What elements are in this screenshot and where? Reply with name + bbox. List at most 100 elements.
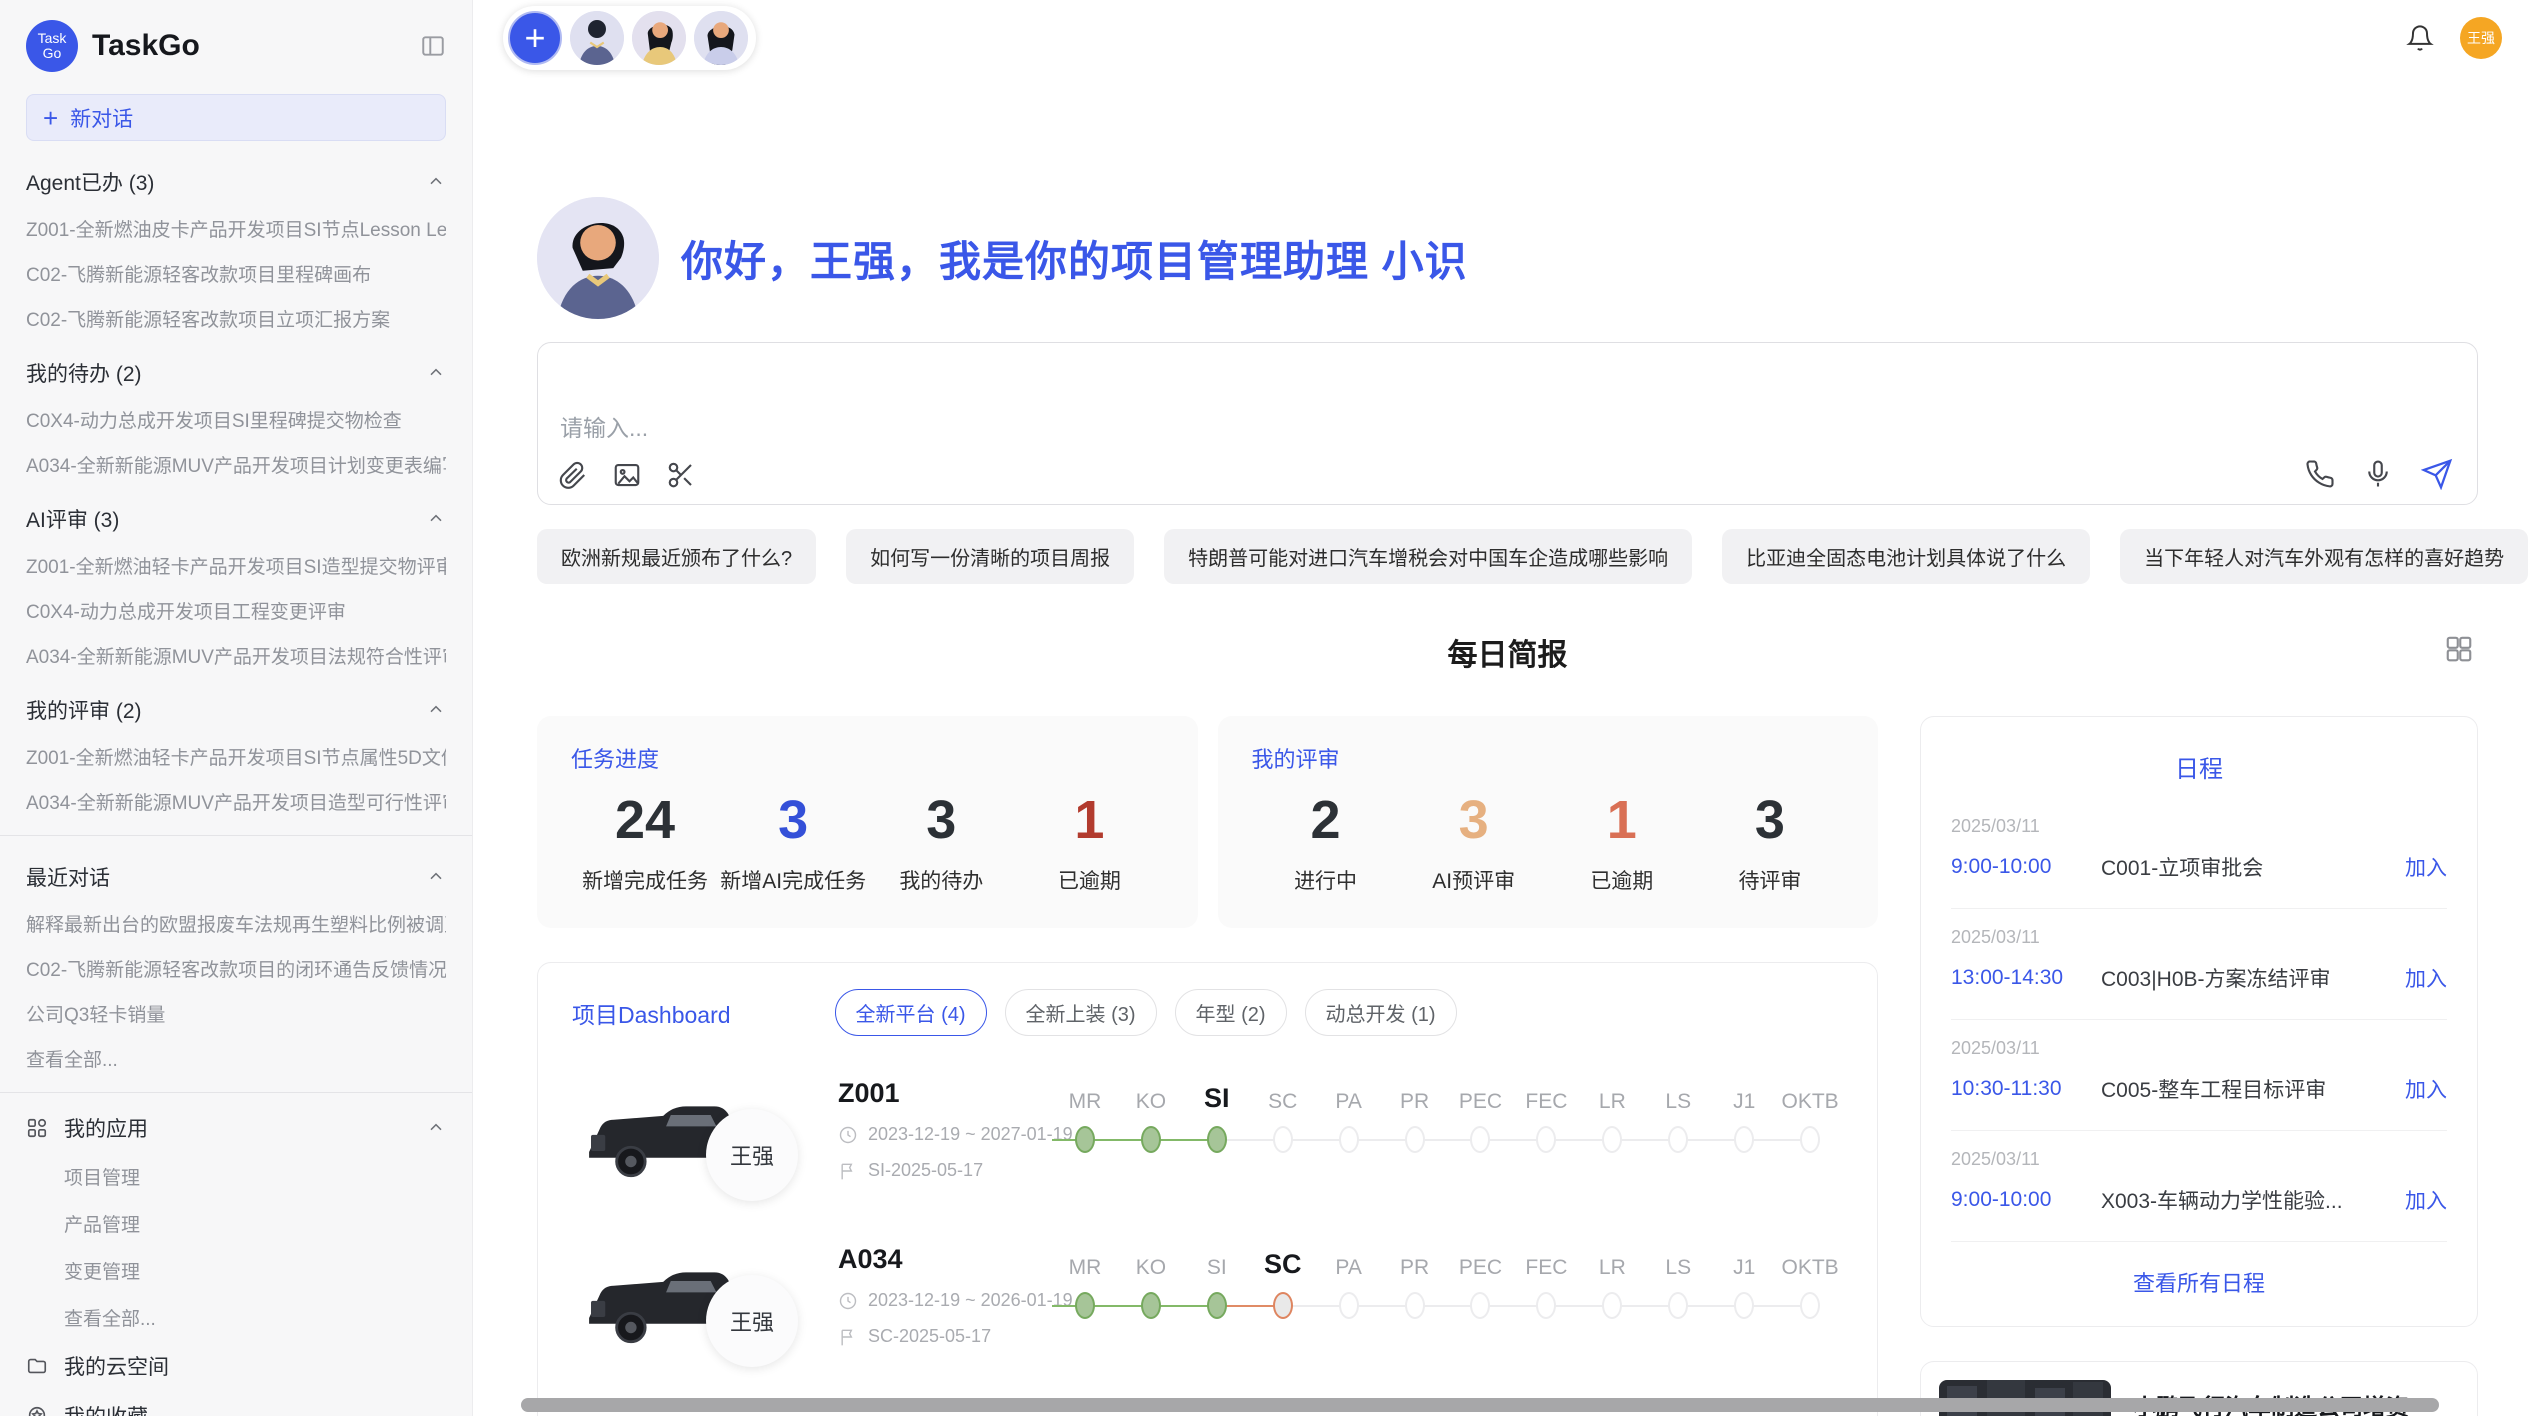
list-item[interactable]: A034-全新新能源MUV产品开发项目法规符合性评审	[26, 642, 446, 669]
section-agent-done[interactable]: Agent已办 (3)	[26, 167, 446, 197]
section-ai-review[interactable]: AI评审 (3)	[26, 504, 446, 534]
sidebar-item-my-apps[interactable]: 我的应用	[26, 1113, 446, 1143]
section-title: 我的评审 (2)	[26, 695, 142, 725]
schedule-item[interactable]: 2025/03/11 13:00-14:30 C003|H0B-方案冻结评审 加…	[1951, 909, 2447, 1020]
stat-my-todo[interactable]: 3 我的待办	[867, 784, 1015, 895]
project-row-z001[interactable]: 王强 Z001 2023-12-19 ~ 2027-01-19 SI-2025-…	[572, 1076, 1843, 1202]
chat-composer[interactable]: 请输入...	[537, 342, 2478, 505]
list-item[interactable]: C02-飞腾新能源轻客改款项目的闭环通告反馈情况	[26, 955, 446, 982]
send-icon[interactable]	[2421, 458, 2453, 490]
stat-label: 进行中	[1252, 865, 1400, 895]
schedule-date: 2025/03/11	[1951, 1038, 2447, 1059]
join-link[interactable]: 加入	[2405, 1074, 2447, 1104]
list-item[interactable]: Z001-全新燃油轻卡产品开发项目SI造型提交物评审	[26, 552, 446, 579]
stat-new-ai-done[interactable]: 3 新增AI完成任务	[719, 784, 867, 895]
section-my-review[interactable]: 我的评审 (2)	[26, 695, 446, 725]
schedule-item[interactable]: 2025/03/11 9:00-10:00 C001-立项审批会 加入	[1951, 798, 2447, 909]
join-link[interactable]: 加入	[2405, 963, 2447, 993]
project-dates: 2023-12-19 ~ 2026-01-19	[868, 1290, 1073, 1311]
chevron-up-icon[interactable]	[426, 1118, 446, 1138]
list-item[interactable]: A034-全新新能源MUV产品开发项目造型可行性评审	[26, 788, 446, 815]
list-item[interactable]: 公司Q3轻卡销量	[26, 1000, 446, 1027]
list-item[interactable]: C02-飞腾新能源轻客改款项目立项汇报方案	[26, 305, 446, 332]
suggestion-chip[interactable]: 当下年轻人对汽车外观有怎样的喜好趋势	[2120, 529, 2528, 584]
milestone-j1: J1	[1711, 1244, 1777, 1320]
join-link[interactable]: 加入	[2405, 852, 2447, 882]
schedule-item[interactable]: 2025/03/11 9:00-10:00 X003-车辆动力学性能验... 加…	[1951, 1131, 2447, 1242]
favorites-label: 我的收藏	[64, 1401, 148, 1416]
suggestion-chip[interactable]: 欧洲新规最近颁布了什么?	[537, 529, 816, 584]
chevron-up-icon[interactable]	[426, 509, 446, 529]
suggestion-chip[interactable]: 特朗普可能对进口汽车增税会对中国车企造成哪些影响	[1164, 529, 1692, 584]
milestone-fec: FEC	[1513, 1078, 1579, 1154]
greeting-title: 你好，王强，我是你的项目管理助理 小识	[681, 228, 1468, 289]
section-my-todo[interactable]: 我的待办 (2)	[26, 358, 446, 388]
suggestion-chip[interactable]: 比亚迪全固态电池计划具体说了什么	[1722, 529, 2090, 584]
tab-new-body[interactable]: 全新上装 (3)	[1005, 989, 1157, 1036]
join-link[interactable]: 加入	[2405, 1185, 2447, 1215]
view-all-schedule-link[interactable]: 查看所有日程	[1951, 1242, 2447, 1316]
tab-powertrain[interactable]: 动总开发 (1)	[1305, 989, 1457, 1036]
phone-call-icon[interactable]	[2305, 459, 2335, 489]
sidebar-item-cloud-space[interactable]: 我的云空间	[26, 1351, 446, 1381]
stat-value: 1	[1015, 784, 1163, 857]
stat-pending-review[interactable]: 3 待评审	[1696, 784, 1844, 895]
stat-new-done[interactable]: 24 新增完成任务	[571, 784, 719, 895]
sidebar-item-product-mgmt[interactable]: 产品管理	[64, 1210, 446, 1237]
milestone-pec: PEC	[1448, 1078, 1514, 1154]
stat-in-progress[interactable]: 2 进行中	[1252, 784, 1400, 895]
section-title: AI评审 (3)	[26, 504, 119, 534]
sidebar-collapse-icon[interactable]	[420, 33, 446, 59]
stat-overdue[interactable]: 1 已逾期	[1015, 784, 1163, 895]
layout-grid-icon[interactable]	[2444, 634, 2474, 664]
view-all-chats[interactable]: 查看全部...	[26, 1045, 446, 1072]
stat-ai-prereview[interactable]: 3 AI预评审	[1400, 784, 1548, 895]
notification-bell-icon[interactable]	[2406, 24, 2434, 52]
sidebar-item-change-mgmt[interactable]: 变更管理	[64, 1257, 446, 1284]
milestone-lr: LR	[1579, 1078, 1645, 1154]
milestone-rail: MR KO SI SC PA PR PEC FEC LR LS J1 OKTB	[1052, 1076, 1843, 1154]
sidebar-item-project-mgmt[interactable]: 项目管理	[64, 1163, 446, 1190]
list-item[interactable]: C02-飞腾新能源轻客改款项目里程碑画布	[26, 260, 446, 287]
scissors-icon[interactable]	[666, 460, 696, 490]
chat-input-placeholder[interactable]: 请输入...	[560, 409, 648, 443]
right-column: 日程 2025/03/11 9:00-10:00 C001-立项审批会 加入 2…	[1920, 716, 2478, 1416]
list-item[interactable]: 解释最新出台的欧盟报废车法规再生塑料比例被调至15%...	[26, 910, 446, 937]
add-session-button[interactable]: +	[508, 11, 562, 65]
user-avatar[interactable]: 王强	[2460, 17, 2502, 59]
milestone-ko: KO	[1118, 1244, 1184, 1320]
project-code: A034	[838, 1244, 1052, 1275]
avatar[interactable]	[694, 11, 748, 65]
project-row-a034[interactable]: 王强 A034 2023-12-19 ~ 2026-01-19 SC-2025-…	[572, 1242, 1843, 1368]
attachment-icon[interactable]	[558, 460, 588, 490]
schedule-item[interactable]: 2025/03/11 10:30-11:30 C005-整车工程目标评审 加入	[1951, 1020, 2447, 1131]
horizontal-scrollbar[interactable]	[521, 1398, 2439, 1412]
my-review-title: 我的评审	[1252, 742, 1845, 774]
avatar[interactable]	[570, 11, 624, 65]
image-upload-icon[interactable]	[612, 460, 642, 490]
schedule-event-title: X003-车辆动力学性能验...	[2101, 1185, 2405, 1215]
list-item[interactable]: Z001-全新燃油皮卡产品开发项目SI节点Lesson Learn报告	[26, 215, 446, 242]
list-item[interactable]: Z001-全新燃油轻卡产品开发项目SI节点属性5D文件评审	[26, 743, 446, 770]
section-recent-chats[interactable]: 最近对话	[26, 862, 446, 892]
sidebar-item-favorites[interactable]: 我的收藏	[26, 1401, 446, 1416]
avatar[interactable]	[632, 11, 686, 65]
milestone-oktb: OKTB	[1777, 1244, 1843, 1320]
tab-year-model[interactable]: 年型 (2)	[1175, 989, 1287, 1036]
tab-new-platform[interactable]: 全新平台 (4)	[835, 989, 987, 1036]
chevron-up-icon[interactable]	[426, 700, 446, 720]
suggestion-chip[interactable]: 如何写一份清晰的项目周报	[846, 529, 1134, 584]
chevron-up-icon[interactable]	[426, 363, 446, 383]
microphone-icon[interactable]	[2363, 459, 2393, 489]
stat-review-overdue[interactable]: 1 已逾期	[1548, 784, 1696, 895]
chevron-up-icon[interactable]	[426, 867, 446, 887]
list-item[interactable]: C0X4-动力总成开发项目工程变更评审	[26, 597, 446, 624]
list-item[interactable]: C0X4-动力总成开发项目SI里程碑提交物检查	[26, 406, 446, 433]
view-all-apps[interactable]: 查看全部...	[64, 1304, 446, 1331]
suggestion-chips: 欧洲新规最近颁布了什么? 如何写一份清晰的项目周报 特朗普可能对进口汽车增税会对…	[537, 529, 2478, 584]
new-chat-button[interactable]: + 新对话	[26, 94, 446, 141]
medal-star-icon	[26, 1405, 48, 1416]
list-item[interactable]: A034-全新新能源MUV产品开发项目计划变更表编写	[26, 451, 446, 478]
app-name: TaskGo	[92, 29, 200, 63]
chevron-up-icon[interactable]	[426, 172, 446, 192]
